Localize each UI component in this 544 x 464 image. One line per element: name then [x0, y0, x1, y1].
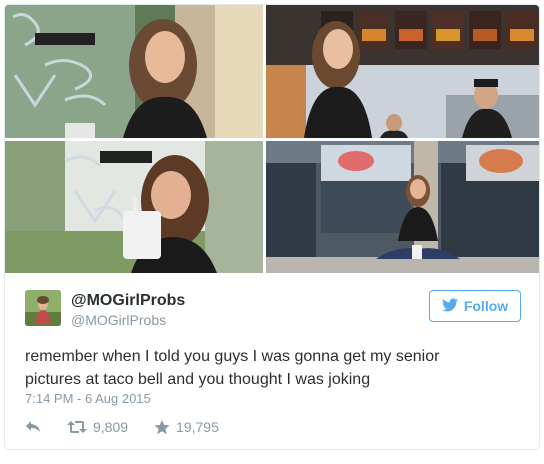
like-button[interactable]: 19,795 — [154, 419, 219, 435]
tweet-card: @MOGirlProbs @MOGirlProbs Follow remembe… — [4, 4, 540, 450]
tweet-actions: 9,809 19,795 — [25, 419, 245, 435]
user-handle[interactable]: @MOGirlProbs — [71, 312, 166, 328]
display-name[interactable]: @MOGirlProbs — [71, 292, 185, 310]
reply-icon — [25, 420, 41, 434]
retweet-icon — [67, 420, 87, 434]
tweet-text-line-2: pictures at taco bell and you thought I … — [25, 371, 371, 388]
follow-button[interactable]: Follow — [429, 290, 521, 322]
tweet-header: @MOGirlProbs @MOGirlProbs Follow — [25, 290, 521, 330]
photo-1[interactable] — [5, 5, 263, 138]
retweet-count: 9,809 — [93, 419, 129, 435]
photo-3[interactable] — [5, 141, 263, 273]
tweet-text: remember when I told you guys I was gonn… — [25, 345, 521, 391]
star-icon — [154, 419, 170, 435]
tweet-timestamp[interactable]: 7:14 PM - 6 Aug 2015 — [25, 391, 151, 406]
like-count: 19,795 — [176, 419, 219, 435]
photo-2[interactable] — [266, 5, 539, 138]
avatar[interactable] — [25, 290, 61, 326]
tweet-text-line-1: remember when I told you guys I was gonn… — [25, 348, 440, 365]
photo-grid — [5, 5, 539, 273]
follow-label: Follow — [463, 298, 509, 314]
photo-4[interactable] — [266, 141, 539, 273]
retweet-button[interactable]: 9,809 — [67, 419, 128, 435]
twitter-bird-icon — [441, 297, 458, 315]
reply-button[interactable] — [25, 420, 41, 434]
